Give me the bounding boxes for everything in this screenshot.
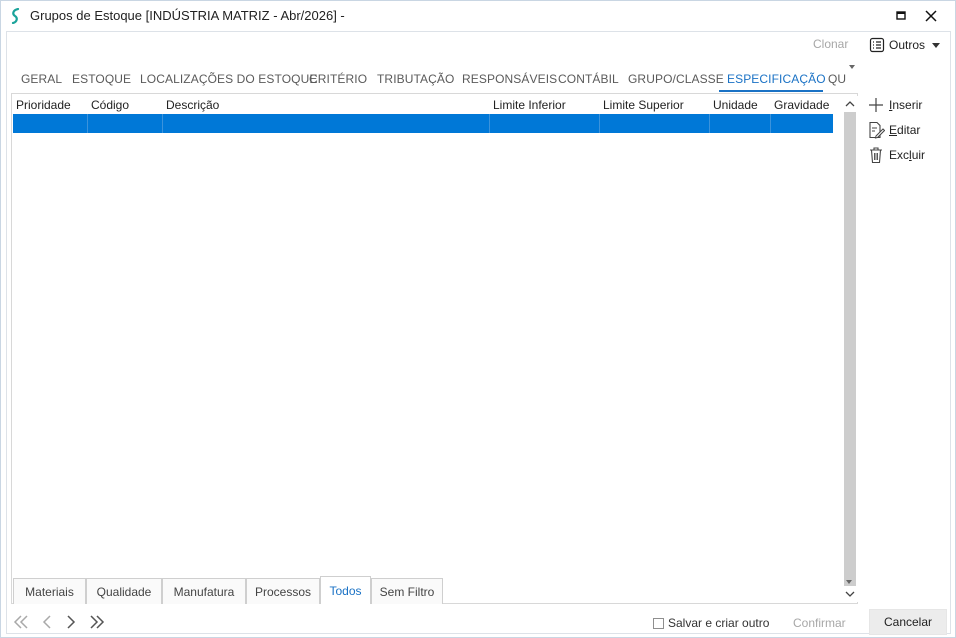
save-and-create-another-option[interactable]: Salvar e criar outro <box>653 616 769 630</box>
insert-label: Inserir <box>889 98 923 112</box>
cell-divider <box>709 114 710 133</box>
vertical-scrollbar[interactable] <box>842 96 858 602</box>
cell-divider <box>770 114 771 133</box>
filter-tabs-scroll-icon[interactable] <box>846 580 852 584</box>
edit-icon <box>869 121 885 139</box>
cell-divider <box>162 114 163 133</box>
column-header-descricao[interactable]: Descrição <box>166 98 219 112</box>
save-and-create-another-label: Salvar e criar outro <box>668 616 770 630</box>
scroll-down-icon[interactable] <box>845 589 855 599</box>
plus-icon <box>869 98 883 112</box>
grid-header: Prioridade Código Descrição Limite Infer… <box>12 94 837 114</box>
cell-divider <box>87 114 88 133</box>
chevron-down-icon <box>932 42 941 48</box>
last-record-icon[interactable] <box>89 612 105 632</box>
active-tab-indicator <box>719 90 823 92</box>
form-content: Clonar Outros GERAL ESTOQUE LOCALIZAÇÕES… <box>6 31 951 635</box>
cancel-button[interactable]: Cancelar <box>869 609 947 635</box>
filter-tab-sem-filtro[interactable]: Sem Filtro <box>371 578 443 604</box>
cancel-label-accel: Cancelar <box>883 615 933 629</box>
tab-strip: GERAL ESTOQUE LOCALIZAÇÕES DO ESTOQUE CR… <box>11 70 851 92</box>
cell-divider <box>489 114 490 133</box>
table-row[interactable] <box>13 114 833 133</box>
filter-tab-qualidade[interactable]: Qualidade <box>86 578 162 604</box>
tab-especificacao[interactable]: ESPECIFICAÇÃO <box>727 72 826 86</box>
edit-label: Editar <box>889 123 921 137</box>
previous-record-icon[interactable] <box>39 612 55 632</box>
column-header-gravidade[interactable]: Gravidade <box>774 98 829 112</box>
save-and-create-another-checkbox[interactable] <box>653 617 664 629</box>
tab-localizacoes-do-estoque[interactable]: LOCALIZAÇÕES DO ESTOQUE <box>140 72 317 86</box>
next-record-icon[interactable] <box>63 612 79 632</box>
tab-responsaveis[interactable]: RESPONSÁVEIS <box>462 72 557 86</box>
filter-tab-processos[interactable]: Processos <box>246 578 320 604</box>
trash-icon <box>870 147 882 164</box>
cell-divider <box>599 114 600 133</box>
column-header-prioridade[interactable]: Prioridade <box>16 98 71 112</box>
tab-estoque[interactable]: ESTOQUE <box>72 72 131 86</box>
scroll-up-icon[interactable] <box>845 99 855 109</box>
column-header-limite-superior[interactable]: Limite Superior <box>603 98 684 112</box>
column-header-codigo[interactable]: Código <box>91 98 129 112</box>
tab-tributacao[interactable]: TRIBUTAÇÃO <box>377 72 454 86</box>
clonar-button[interactable]: Clonar <box>813 37 848 51</box>
confirm-button[interactable]: Confirmar <box>793 616 846 630</box>
filter-tab-materiais[interactable]: Materiais <box>13 578 86 604</box>
scrollbar-thumb[interactable] <box>844 112 856 586</box>
app-logo-icon <box>11 8 20 24</box>
tab-qu[interactable]: QU <box>828 72 846 86</box>
title-bar: Grupos de Estoque [INDÚSTRIA MATRIZ - Ab… <box>1 1 955 31</box>
first-record-icon[interactable] <box>13 612 29 632</box>
tab-geral[interactable]: GERAL <box>21 72 62 86</box>
tabs-scroll-down-icon[interactable] <box>849 65 855 69</box>
filter-tab-todos[interactable]: Todos <box>320 576 371 604</box>
delete-button[interactable]: Excluir <box>867 145 925 165</box>
delete-label: Excluir <box>889 148 926 162</box>
outros-label: Outros <box>889 38 926 52</box>
column-header-unidade[interactable]: Unidade <box>713 98 758 112</box>
tab-grupo-classe[interactable]: GRUPO/CLASSE <box>628 72 724 86</box>
column-header-limite-inferior[interactable]: Limite Inferior <box>493 98 566 112</box>
filter-tab-manufatura[interactable]: Manufatura <box>162 578 246 604</box>
close-icon[interactable] <box>919 5 943 27</box>
window: Grupos de Estoque [INDÚSTRIA MATRIZ - Ab… <box>0 0 956 638</box>
maximize-icon[interactable] <box>889 5 913 27</box>
tab-contabil[interactable]: CONTÁBIL <box>558 72 619 86</box>
insert-button[interactable]: Inserir <box>867 95 922 115</box>
edit-button[interactable]: Editar <box>867 120 920 140</box>
specification-grid: Prioridade Código Descrição Limite Infer… <box>11 93 858 604</box>
window-title: Grupos de Estoque [INDÚSTRIA MATRIZ - Ab… <box>30 8 345 23</box>
outros-menu-button[interactable]: Outros <box>869 35 941 55</box>
tab-criterio[interactable]: CRITÉRIO <box>309 72 367 86</box>
list-menu-icon <box>869 37 885 53</box>
